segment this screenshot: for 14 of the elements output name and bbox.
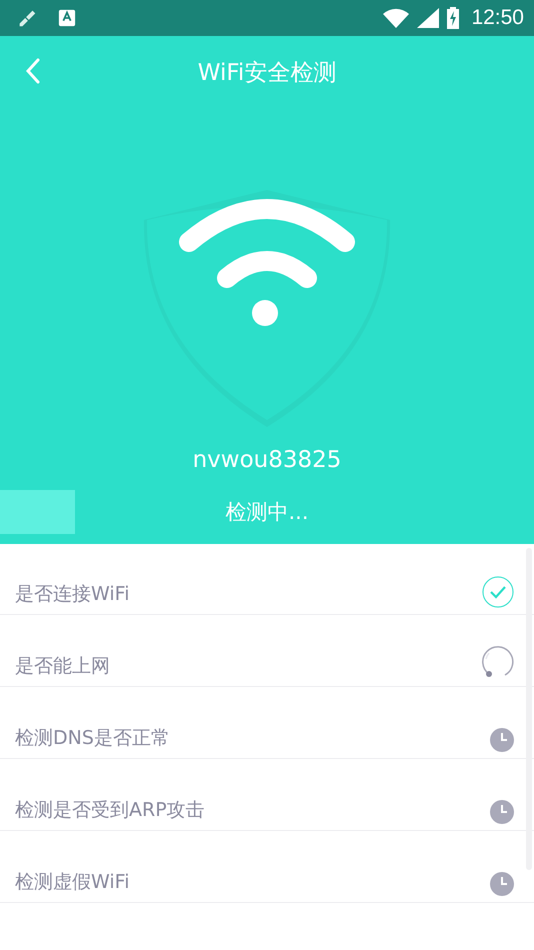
cell-signal-icon xyxy=(417,8,440,28)
check-label: 是否连接WiFi xyxy=(15,582,130,607)
back-icon[interactable] xyxy=(26,58,40,84)
check-label: 是否能上网 xyxy=(15,654,110,679)
keyboard-app-icon xyxy=(58,9,76,27)
page-title: WiFi安全检测 xyxy=(198,58,336,88)
check-label: 检测是否受到ARP攻击 xyxy=(15,798,205,823)
check-label: 检测虚假WiFi xyxy=(15,870,130,895)
status-time: 12:50 xyxy=(471,6,524,30)
network-name: nvwou83825 xyxy=(192,446,342,475)
wifi-signal-icon xyxy=(383,8,410,28)
progress-label: 检测中... xyxy=(225,499,309,526)
check-label: 检测DNS是否正常 xyxy=(15,726,170,751)
battery-charging-icon xyxy=(447,7,460,29)
